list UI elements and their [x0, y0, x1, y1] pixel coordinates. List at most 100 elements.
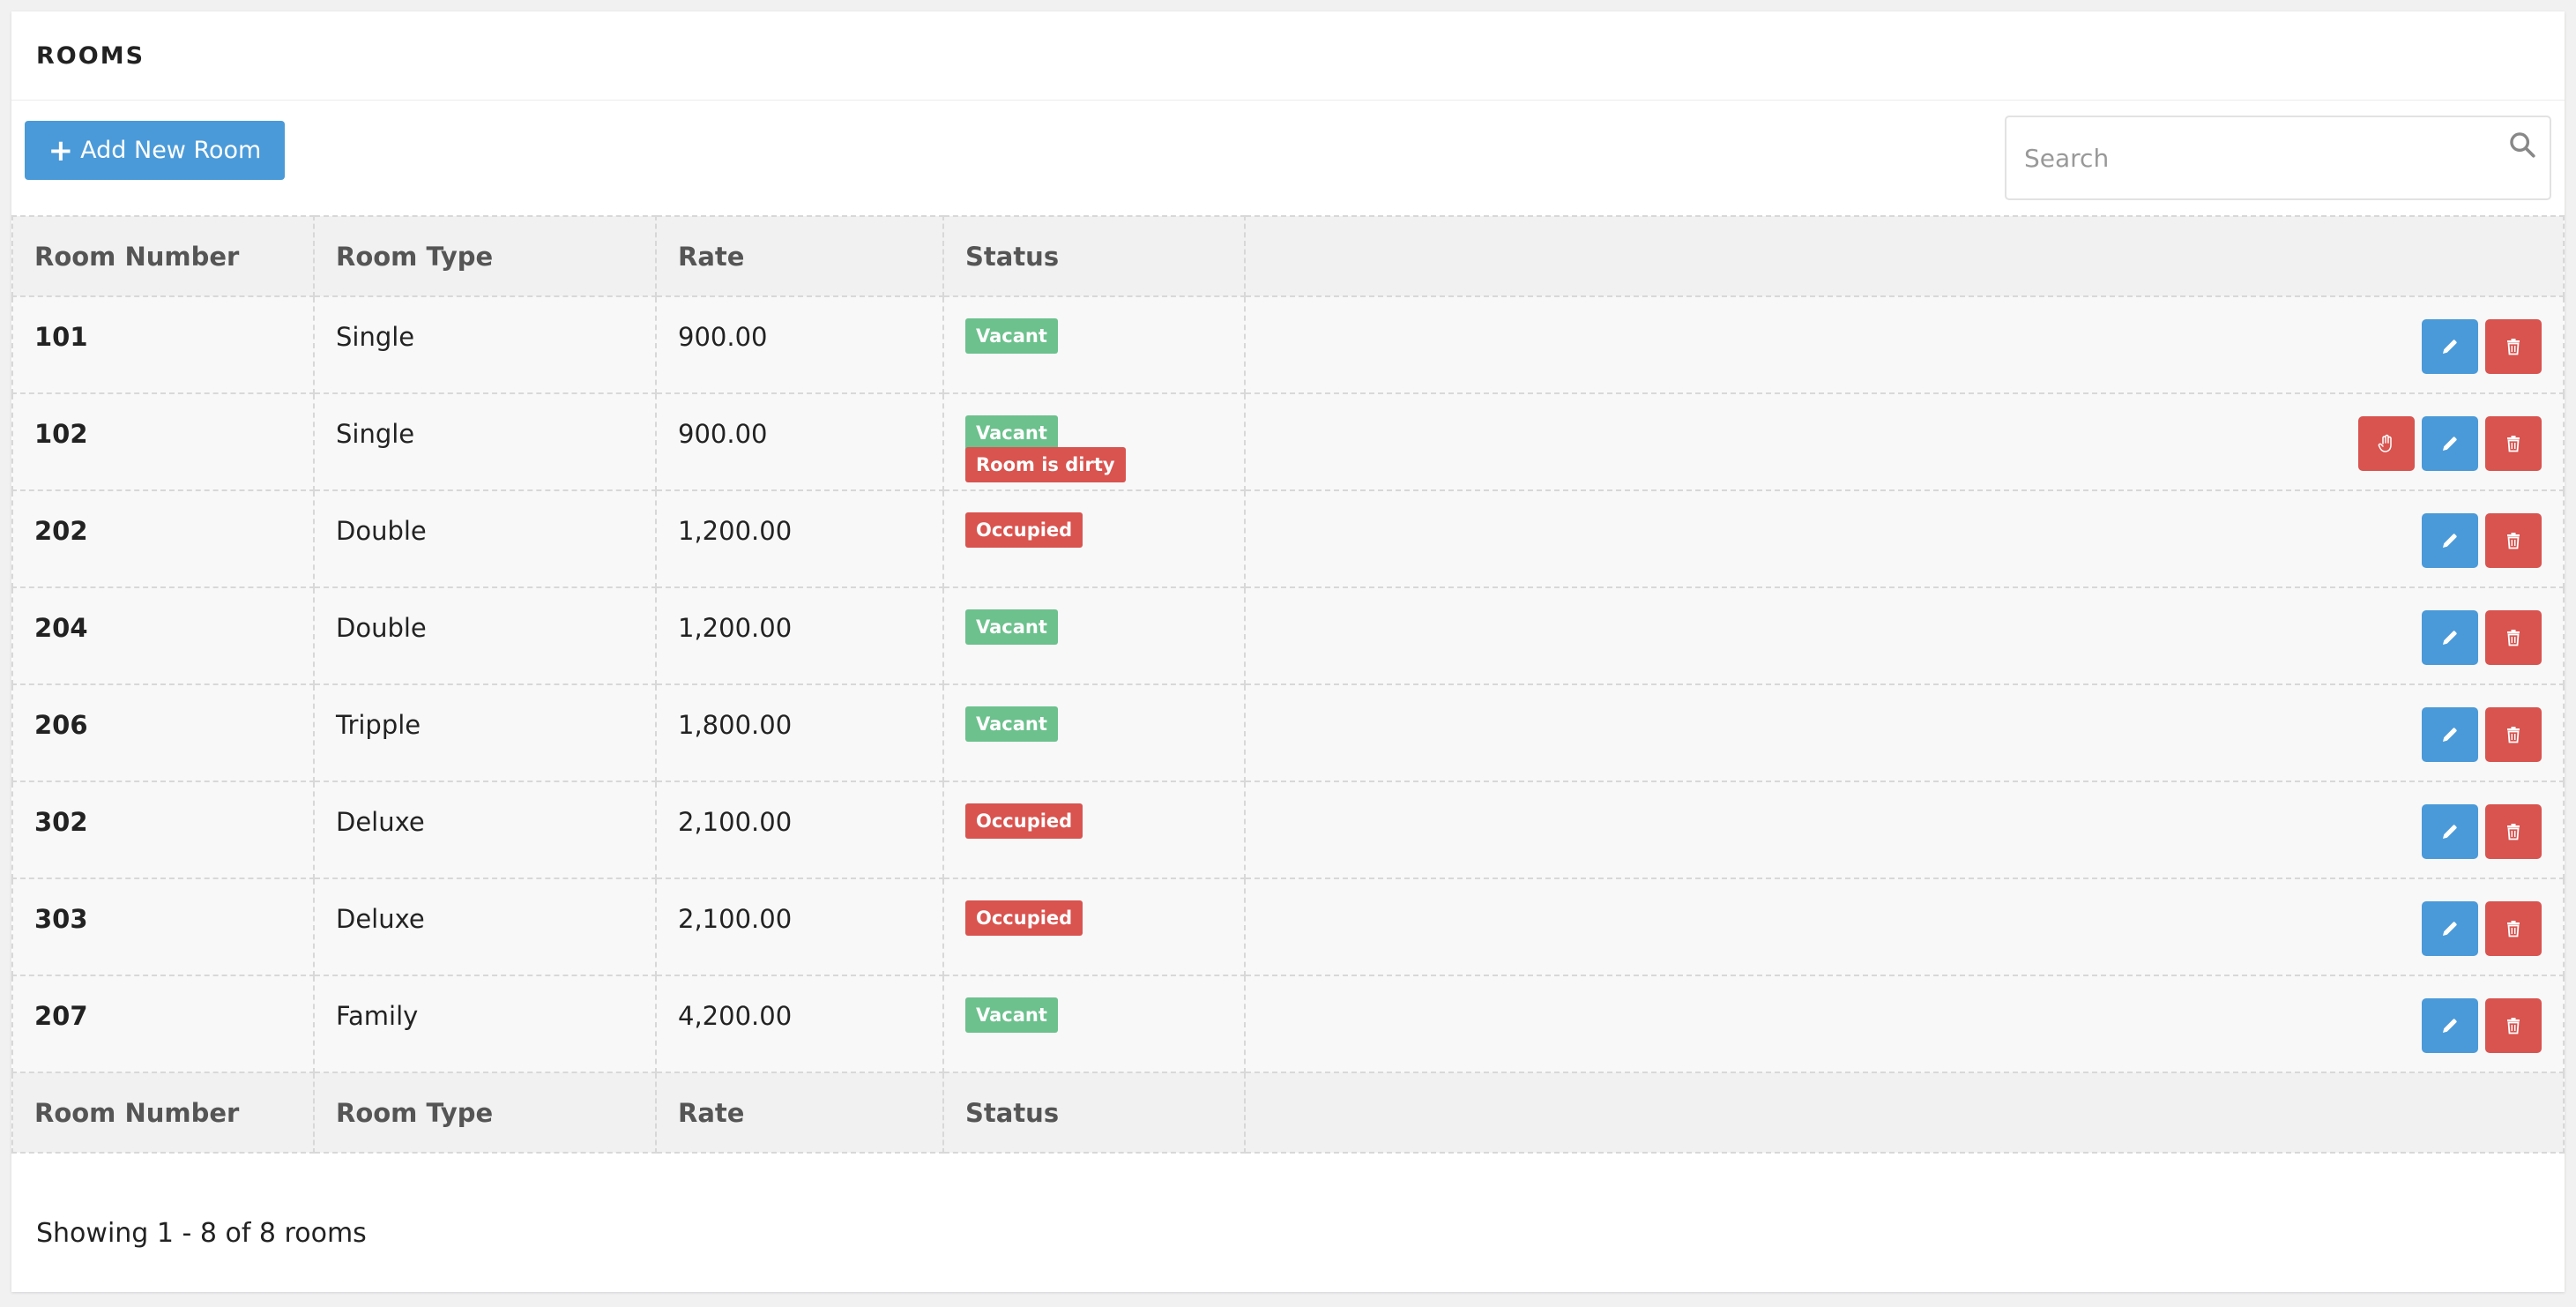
page-title: ROOMS	[36, 41, 145, 70]
actions-cell	[1244, 780, 2565, 879]
status-badge-vacant: Vacant	[965, 609, 1058, 645]
table-row: 202 Double 1,200.00 Occupied	[11, 489, 2565, 588]
row-actions	[1267, 804, 2542, 859]
edit-button[interactable]	[2422, 998, 2478, 1053]
plus-icon: +	[48, 132, 74, 168]
pencil-icon	[2439, 530, 2461, 551]
delete-button[interactable]	[2485, 610, 2542, 665]
room-number-cell: 101	[11, 295, 315, 394]
room-type-cell: Tripple	[313, 683, 657, 782]
edit-button[interactable]	[2422, 319, 2478, 374]
status-cell: Vacant	[942, 975, 1246, 1073]
table-row: 206 Tripple 1,800.00 Vacant	[11, 683, 2565, 782]
search-box	[2005, 116, 2551, 200]
room-type-cell: Deluxe	[313, 878, 657, 976]
pencil-icon	[2439, 627, 2461, 648]
edit-button[interactable]	[2422, 901, 2478, 956]
column-header-room-type[interactable]: Room Type	[313, 215, 657, 297]
pencil-icon	[2439, 336, 2461, 357]
trash-icon	[2503, 821, 2524, 842]
row-actions	[1267, 901, 2542, 956]
rate-cell: 4,200.00	[655, 975, 944, 1073]
edit-button[interactable]	[2422, 707, 2478, 762]
delete-button[interactable]	[2485, 707, 2542, 762]
room-type-cell: Single	[313, 295, 657, 394]
room-number-cell: 302	[11, 780, 315, 879]
row-actions	[1267, 998, 2542, 1053]
table-row: 102 Single 900.00 VacantRoom is dirty	[11, 392, 2565, 491]
hand-icon	[2376, 433, 2397, 454]
rate-cell: 900.00	[655, 392, 944, 491]
table-row: 303 Deluxe 2,100.00 Occupied	[11, 878, 2565, 976]
footer-header-room-type: Room Type	[313, 1072, 657, 1154]
rate-cell: 1,200.00	[655, 489, 944, 588]
footer-header-rate: Rate	[655, 1072, 944, 1154]
rate-cell: 2,100.00	[655, 878, 944, 976]
actions-cell	[1244, 586, 2565, 685]
delete-button[interactable]	[2485, 416, 2542, 471]
status-badge-alert: Occupied	[965, 512, 1083, 548]
pencil-icon	[2439, 918, 2461, 939]
room-number-cell: 202	[11, 489, 315, 588]
rate-cell: 2,100.00	[655, 780, 944, 879]
footer-header-status: Status	[942, 1072, 1246, 1154]
footer-header-actions	[1244, 1072, 2565, 1154]
mark-clean-button[interactable]	[2358, 416, 2415, 471]
table-row: 207 Family 4,200.00 Vacant	[11, 975, 2565, 1073]
room-type-cell: Deluxe	[313, 780, 657, 879]
column-header-status[interactable]: Status	[942, 215, 1246, 297]
status-badge-vacant: Vacant	[965, 415, 1058, 451]
trash-icon	[2503, 918, 2524, 939]
trash-icon	[2503, 724, 2524, 745]
edit-button[interactable]	[2422, 610, 2478, 665]
trash-icon	[2503, 627, 2524, 648]
delete-button[interactable]	[2485, 513, 2542, 568]
column-header-rate[interactable]: Rate	[655, 215, 944, 297]
pencil-icon	[2439, 1015, 2461, 1036]
status-cell: Occupied	[942, 780, 1246, 879]
actions-cell	[1244, 295, 2565, 394]
delete-button[interactable]	[2485, 804, 2542, 859]
actions-cell	[1244, 392, 2565, 491]
delete-button[interactable]	[2485, 998, 2542, 1053]
rate-cell: 900.00	[655, 295, 944, 394]
trash-icon	[2503, 1015, 2524, 1036]
delete-button[interactable]	[2485, 319, 2542, 374]
status-badge-vacant: Vacant	[965, 706, 1058, 742]
room-type-cell: Double	[313, 586, 657, 685]
status-badge-vacant: Vacant	[965, 318, 1058, 354]
status-cell: Vacant	[942, 586, 1246, 685]
trash-icon	[2503, 433, 2524, 454]
edit-button[interactable]	[2422, 416, 2478, 471]
search-input[interactable]	[2006, 117, 2550, 198]
column-header-room-number[interactable]: Room Number	[11, 215, 315, 297]
column-header-actions	[1244, 215, 2565, 297]
actions-cell	[1244, 975, 2565, 1073]
row-actions	[1267, 610, 2542, 665]
rooms-table: Room Number Room Type Rate Status 101 Sin…	[11, 215, 2565, 1154]
room-type-cell: Double	[313, 489, 657, 588]
room-number-cell: 102	[11, 392, 315, 491]
footer-header-room-number: Room Number	[11, 1072, 315, 1154]
table-row: 302 Deluxe 2,100.00 Occupied	[11, 780, 2565, 879]
delete-button[interactable]	[2485, 901, 2542, 956]
room-number-cell: 207	[11, 975, 315, 1073]
panel-header: ROOMS	[11, 11, 2565, 101]
row-actions	[1267, 319, 2542, 374]
row-actions	[1267, 416, 2542, 471]
rate-cell: 1,800.00	[655, 683, 944, 782]
edit-button[interactable]	[2422, 513, 2478, 568]
actions-cell	[1244, 683, 2565, 782]
table-row: 204 Double 1,200.00 Vacant	[11, 586, 2565, 685]
row-actions	[1267, 707, 2542, 762]
room-number-cell: 206	[11, 683, 315, 782]
room-number-cell: 204	[11, 586, 315, 685]
search-icon[interactable]	[2507, 130, 2537, 160]
add-new-room-button[interactable]: + Add New Room	[25, 121, 285, 180]
status-badge-alert: Occupied	[965, 900, 1083, 936]
status-cell: Occupied	[942, 489, 1246, 588]
rooms-panel: ROOMS + Add New Room Room Number Room Ty…	[11, 11, 2565, 1292]
edit-button[interactable]	[2422, 804, 2478, 859]
status-badge-alert: Occupied	[965, 803, 1083, 839]
room-type-cell: Family	[313, 975, 657, 1073]
